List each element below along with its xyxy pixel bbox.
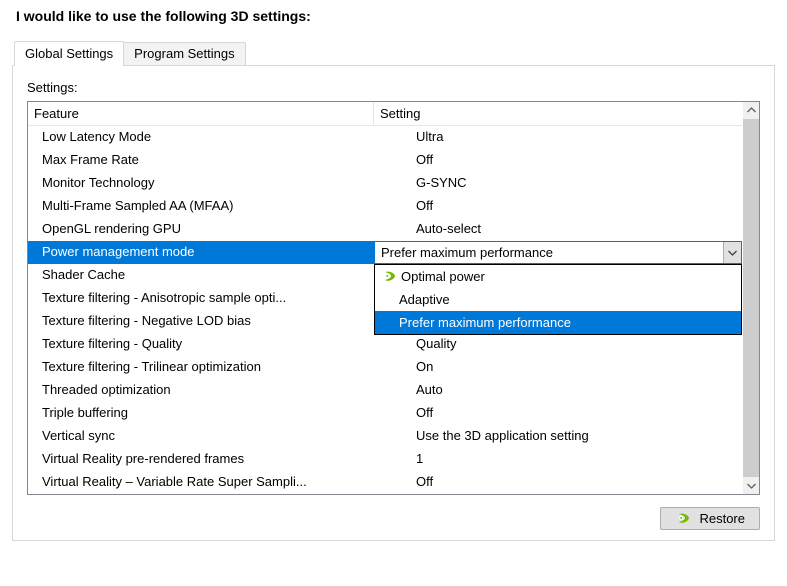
feature-cell: Virtual Reality – Variable Rate Super Sa… bbox=[28, 471, 374, 494]
feature-cell: Texture filtering - Trilinear optimizati… bbox=[28, 356, 374, 379]
setting-cell[interactable]: Quality bbox=[374, 333, 742, 356]
feature-cell: Multi-Frame Sampled AA (MFAA) bbox=[28, 195, 374, 218]
power-mode-dropdown[interactable]: Optimal power Adaptive Prefer maximum perf… bbox=[374, 264, 742, 335]
setting-cell[interactable]: 1 bbox=[374, 448, 742, 471]
dropdown-item-label: Optimal power bbox=[399, 269, 485, 284]
settings-row[interactable]: Texture filtering - Trilinear optimizati… bbox=[28, 356, 742, 379]
feature-cell: Vertical sync bbox=[28, 425, 374, 448]
restore-button-label: Restore bbox=[699, 511, 745, 526]
feature-cell: Power management mode bbox=[28, 241, 374, 264]
feature-cell: Threaded optimization bbox=[28, 379, 374, 402]
page-heading: I would like to use the following 3D set… bbox=[16, 8, 775, 24]
feature-cell: OpenGL rendering GPU bbox=[28, 218, 374, 241]
chevron-down-icon bbox=[747, 481, 756, 490]
scroll-thumb[interactable] bbox=[743, 119, 759, 477]
feature-cell: Triple buffering bbox=[28, 402, 374, 425]
setting-cell[interactable]: Off bbox=[374, 402, 742, 425]
setting-cell[interactable]: On bbox=[374, 356, 742, 379]
setting-cell[interactable]: Ultra bbox=[374, 126, 742, 149]
setting-cell[interactable]: Use the 3D application setting bbox=[374, 425, 742, 448]
settings-label: Settings: bbox=[27, 80, 760, 95]
tab-global-settings[interactable]: Global Settings bbox=[14, 41, 124, 66]
dropdown-item-label: Prefer maximum performance bbox=[381, 315, 571, 330]
setting-cell[interactable]: Auto-select bbox=[374, 218, 742, 241]
setting-cell[interactable]: G-SYNC bbox=[374, 172, 742, 195]
header-feature[interactable]: Feature bbox=[28, 102, 374, 125]
setting-combobox[interactable]: Prefer maximum performance bbox=[374, 241, 742, 264]
settings-panel: Settings: Feature Setting Low Latency Mo… bbox=[12, 65, 775, 541]
header-setting[interactable]: Setting bbox=[374, 102, 742, 125]
scroll-up-button[interactable] bbox=[743, 102, 759, 119]
settings-row[interactable]: Virtual Reality pre-rendered frames1 bbox=[28, 448, 742, 471]
settings-row[interactable]: Power management modePrefer maximum perf… bbox=[28, 241, 742, 264]
dropdown-item[interactable]: Optimal power bbox=[375, 265, 741, 288]
feature-cell: Low Latency Mode bbox=[28, 126, 374, 149]
chevron-up-icon bbox=[747, 106, 756, 115]
settings-row[interactable]: Virtual Reality – Variable Rate Super Sa… bbox=[28, 471, 742, 494]
settings-row[interactable]: Multi-Frame Sampled AA (MFAA)Off bbox=[28, 195, 742, 218]
settings-row[interactable]: Threaded optimizationAuto bbox=[28, 379, 742, 402]
setting-cell[interactable]: Off bbox=[374, 471, 742, 494]
settings-row[interactable]: Texture filtering - QualityQuality bbox=[28, 333, 742, 356]
feature-cell: Monitor Technology bbox=[28, 172, 374, 195]
combobox-button[interactable] bbox=[723, 242, 741, 263]
settings-row[interactable]: Monitor TechnologyG-SYNC bbox=[28, 172, 742, 195]
setting-cell[interactable]: Off bbox=[374, 149, 742, 172]
tab-program-settings[interactable]: Program Settings bbox=[123, 42, 245, 65]
feature-cell: Max Frame Rate bbox=[28, 149, 374, 172]
vertical-scrollbar[interactable] bbox=[742, 102, 759, 494]
scroll-track[interactable] bbox=[743, 119, 759, 477]
settings-row[interactable]: Triple bufferingOff bbox=[28, 402, 742, 425]
dropdown-item[interactable]: Prefer maximum performance bbox=[375, 311, 741, 334]
dropdown-item-label: Adaptive bbox=[381, 292, 450, 307]
settings-row[interactable]: Max Frame RateOff bbox=[28, 149, 742, 172]
list-header: Feature Setting bbox=[28, 102, 742, 126]
nvidia-icon bbox=[381, 271, 397, 283]
feature-cell: Texture filtering - Negative LOD bias bbox=[28, 310, 374, 333]
setting-cell[interactable]: Prefer maximum performance bbox=[374, 241, 742, 264]
feature-cell: Texture filtering - Anisotropic sample o… bbox=[28, 287, 374, 310]
nvidia-icon bbox=[675, 513, 691, 525]
setting-cell[interactable]: Auto bbox=[374, 379, 742, 402]
chevron-down-icon bbox=[728, 248, 737, 257]
feature-cell: Texture filtering - Quality bbox=[28, 333, 374, 356]
tab-strip: Global Settings Program Settings bbox=[14, 40, 775, 65]
setting-cell[interactable]: Off bbox=[374, 195, 742, 218]
feature-cell: Virtual Reality pre-rendered frames bbox=[28, 448, 374, 471]
settings-row[interactable]: Low Latency ModeUltra bbox=[28, 126, 742, 149]
combobox-value: Prefer maximum performance bbox=[375, 242, 723, 263]
settings-row[interactable]: Vertical syncUse the 3D application sett… bbox=[28, 425, 742, 448]
panel-footer: Restore bbox=[27, 507, 760, 530]
dropdown-item[interactable]: Adaptive bbox=[375, 288, 741, 311]
feature-cell: Shader Cache bbox=[28, 264, 374, 287]
scroll-down-button[interactable] bbox=[743, 477, 759, 494]
settings-list-body: Feature Setting Low Latency ModeUltraMax… bbox=[28, 102, 742, 494]
restore-button[interactable]: Restore bbox=[660, 507, 760, 530]
settings-list: Feature Setting Low Latency ModeUltraMax… bbox=[27, 101, 760, 495]
settings-row[interactable]: OpenGL rendering GPUAuto-select bbox=[28, 218, 742, 241]
